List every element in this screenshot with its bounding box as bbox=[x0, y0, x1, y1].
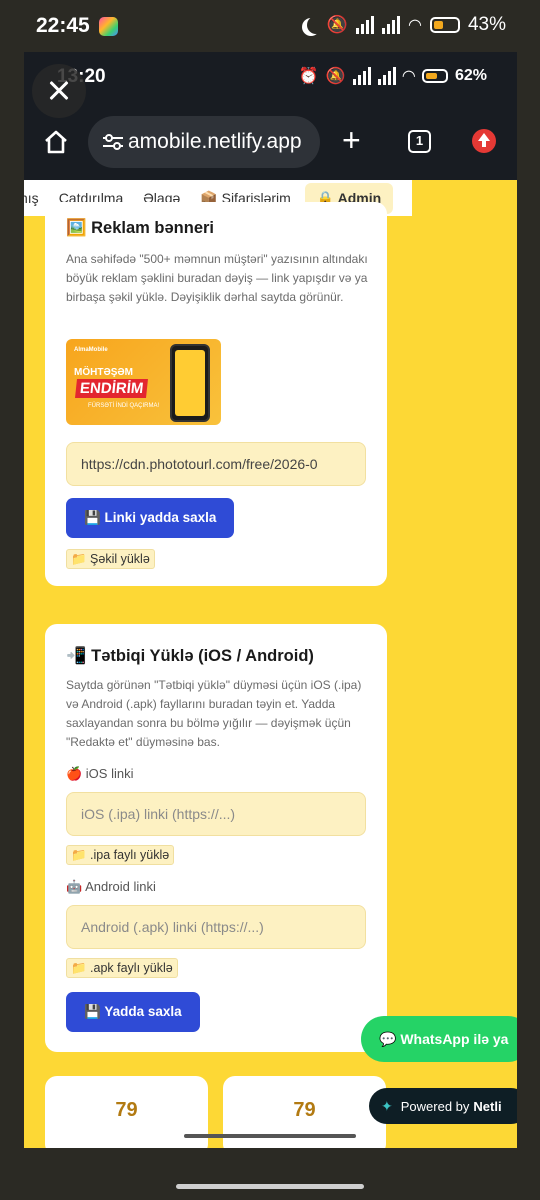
ios-link-input[interactable] bbox=[66, 792, 366, 836]
banner-headline: MÖHTƏŞƏM bbox=[74, 367, 133, 378]
stat-value: 79 bbox=[293, 1099, 316, 1121]
outer-battery-percent: 43% bbox=[467, 14, 506, 35]
banner-card-description: Ana səhifədə "500+ məmnun müştəri" yazıs… bbox=[66, 252, 368, 304]
app-shortcut-icon bbox=[99, 17, 118, 36]
inner-gesture-handle bbox=[184, 1134, 356, 1138]
android-link-input[interactable] bbox=[66, 905, 366, 949]
nav-item-partial[interactable]: nış bbox=[24, 190, 39, 206]
banner-big-text: ENDİRİM bbox=[75, 379, 149, 398]
battery-icon bbox=[421, 69, 448, 83]
gesture-handle bbox=[176, 1184, 364, 1189]
signal-icon bbox=[356, 16, 374, 34]
banner-preview-image: AlmaMobile MÖHTƏŞƏM ENDİRİM FÜRSƏTİ İNDİ… bbox=[66, 339, 221, 425]
app-card-title: 📲 Tətbiqi Yüklə (iOS / Android) bbox=[66, 647, 314, 665]
outer-status-icons: 🔕 ◠ 43% bbox=[301, 14, 506, 36]
new-tab-button[interactable]: + bbox=[342, 124, 361, 156]
apk-upload-button[interactable]: 📁 .apk faylı yüklə bbox=[66, 958, 178, 978]
recorded-screen: 13:20 ⏰ 🔕 ◠ 62% amobile.netlify.app bbox=[24, 52, 517, 1148]
banner-url-input[interactable] bbox=[66, 442, 366, 486]
mute-icon: 🔕 bbox=[325, 68, 346, 85]
netlify-icon: ✦ bbox=[381, 1097, 393, 1114]
site-settings-icon bbox=[103, 134, 123, 150]
app-card-description: Saytda görünən "Tətbiqi yüklə" düyməsi ü… bbox=[66, 678, 362, 749]
upload-image-button[interactable]: 📁 Şəkil yüklə bbox=[66, 549, 155, 569]
inner-status-icons: ⏰ 🔕 ◠ 62% bbox=[299, 66, 487, 86]
netlify-prefix: Powered by bbox=[400, 1098, 470, 1114]
home-icon bbox=[45, 130, 67, 154]
signal-icon-2 bbox=[382, 16, 400, 34]
save-link-button[interactable]: 💾 Linki yadda saxla bbox=[66, 498, 235, 538]
wifi-icon: ◠ bbox=[408, 17, 422, 34]
mute-icon: 🔕 bbox=[326, 15, 348, 34]
signal-icon-2 bbox=[377, 67, 396, 85]
banner-sub-text: FÜRSƏTİ İNDİ QAÇIRMA! bbox=[88, 403, 160, 409]
netlify-badge[interactable]: ✦ Powered by Netli bbox=[369, 1088, 517, 1124]
address-bar[interactable]: amobile.netlify.app bbox=[88, 116, 320, 168]
url-text: amobile.netlify.app bbox=[128, 130, 302, 153]
save-button[interactable]: 💾 Yadda saxla bbox=[66, 992, 200, 1032]
do-not-disturb-icon bbox=[307, 16, 325, 34]
phone-illustration bbox=[170, 344, 210, 422]
inner-battery-percent: 62% bbox=[454, 67, 487, 84]
whatsapp-button[interactable]: 💬 WhatsApp ilə ya bbox=[361, 1016, 517, 1062]
app-download-card: 📲 Tətbiqi Yüklə (iOS / Android) Saytda g… bbox=[45, 624, 387, 1052]
update-icon[interactable] bbox=[472, 129, 496, 153]
signal-icon bbox=[352, 67, 371, 85]
tab-switcher-button[interactable]: 1 bbox=[408, 130, 431, 153]
outer-clock: 22:45 bbox=[36, 14, 90, 37]
android-link-label: 🤖 Android linki bbox=[66, 879, 156, 894]
banner-brand: AlmaMobile bbox=[74, 347, 108, 353]
close-button[interactable] bbox=[32, 64, 86, 118]
browser-toolbar: amobile.netlify.app + 1 bbox=[24, 100, 517, 180]
battery-icon bbox=[429, 17, 460, 33]
banner-card-title: 🖼️ Reklam bənneri bbox=[66, 219, 215, 237]
home-button[interactable] bbox=[42, 128, 70, 156]
netlify-brand: Netli bbox=[473, 1098, 502, 1114]
banner-settings-card: 🖼️ Reklam bənneri Ana səhifədə "500+ məm… bbox=[45, 202, 387, 586]
ios-link-label: 🍎 iOS linki bbox=[66, 766, 134, 781]
wifi-icon: ◠ bbox=[402, 68, 415, 85]
alarm-icon: ⏰ bbox=[298, 68, 319, 85]
ipa-upload-button[interactable]: 📁 .ipa faylı yüklə bbox=[66, 845, 175, 865]
outer-status-bar: 22:45 🔕 ◠ 43% bbox=[0, 0, 540, 52]
inner-status-bar: 13:20 ⏰ 🔕 ◠ 62% bbox=[24, 52, 517, 100]
stat-value: 79 bbox=[115, 1099, 138, 1121]
